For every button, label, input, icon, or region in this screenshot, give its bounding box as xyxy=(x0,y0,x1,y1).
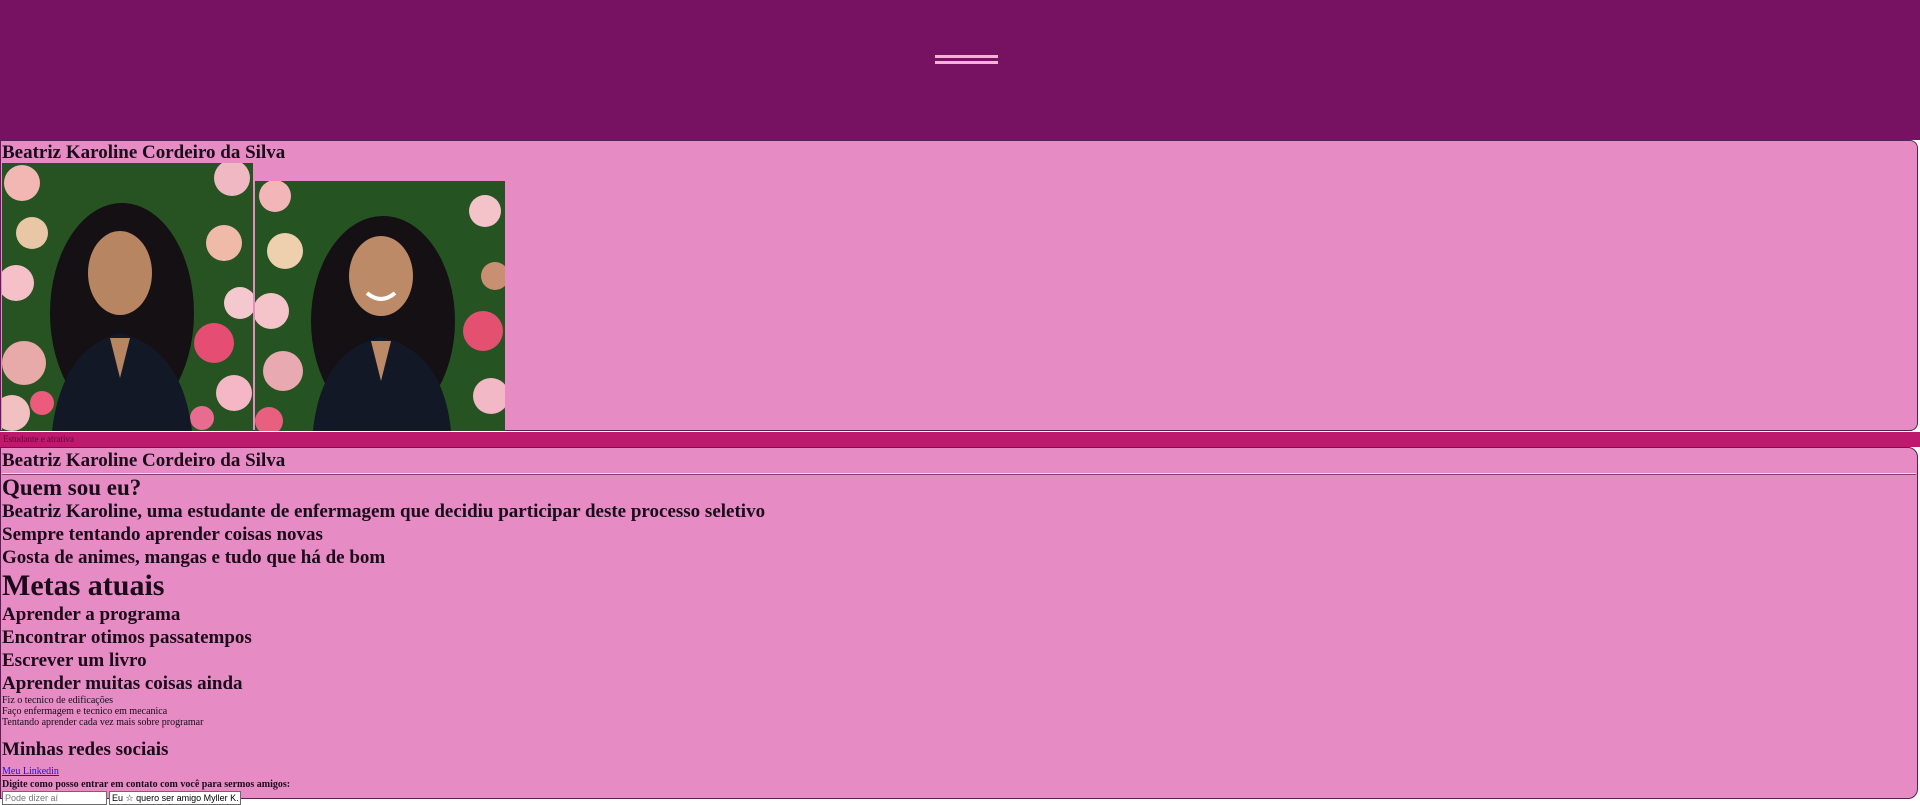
goal-item: Encontrar otimos passatempos xyxy=(2,627,252,648)
profile-photo-right xyxy=(255,181,505,431)
friend-message-input[interactable] xyxy=(109,791,241,805)
contact-label: Digite como posso entrar em contato com … xyxy=(2,779,291,790)
about-content: Quem sou eu? Beatriz Karoline, uma estud… xyxy=(2,475,1902,805)
note-item: Fiz o tecnico de edificações xyxy=(2,695,114,706)
hamburger-icon[interactable] xyxy=(935,55,998,58)
goal-item: Aprender a programa xyxy=(2,604,181,625)
contact-inputs xyxy=(2,791,1902,805)
about-panel: Beatriz Karoline Cordeiro da Silva Quem … xyxy=(0,447,1918,805)
who-item: Gosta de animes, mangas e tudo que há de… xyxy=(2,547,386,568)
who-item: Sempre tentando aprender coisas novas xyxy=(2,524,323,545)
contact-input[interactable] xyxy=(2,791,107,805)
linkedin-link[interactable]: Meu Linkedin xyxy=(2,766,59,778)
goals-title: Metas atuais xyxy=(2,569,165,602)
profile-name: Beatriz Karoline Cordeiro da Silva xyxy=(2,142,286,163)
who-item: Beatriz Karoline, uma estudante de enfer… xyxy=(2,501,766,522)
note-item: Faço enfermagem e tecnico em mecanica xyxy=(2,706,168,717)
hamburger-icon-line[interactable] xyxy=(935,61,998,64)
profile-panel: Beatriz Karoline Cordeiro da Silva xyxy=(0,140,1918,431)
social-title: Minhas redes sociais xyxy=(2,739,169,760)
profile-caption: Estudante e atrativa xyxy=(3,434,74,444)
who-title: Quem sou eu? xyxy=(2,475,142,500)
profile-photo-left xyxy=(2,163,253,431)
note-item: Tentando aprender cada vez mais sobre pr… xyxy=(2,717,204,728)
goal-item: Aprender muitas coisas ainda xyxy=(2,673,243,694)
caption-strip: Estudante e atrativa xyxy=(0,432,1920,447)
about-name: Beatriz Karoline Cordeiro da Silva xyxy=(2,450,286,471)
page-header xyxy=(0,0,1920,140)
goal-item: Escrever um livro xyxy=(2,650,147,671)
